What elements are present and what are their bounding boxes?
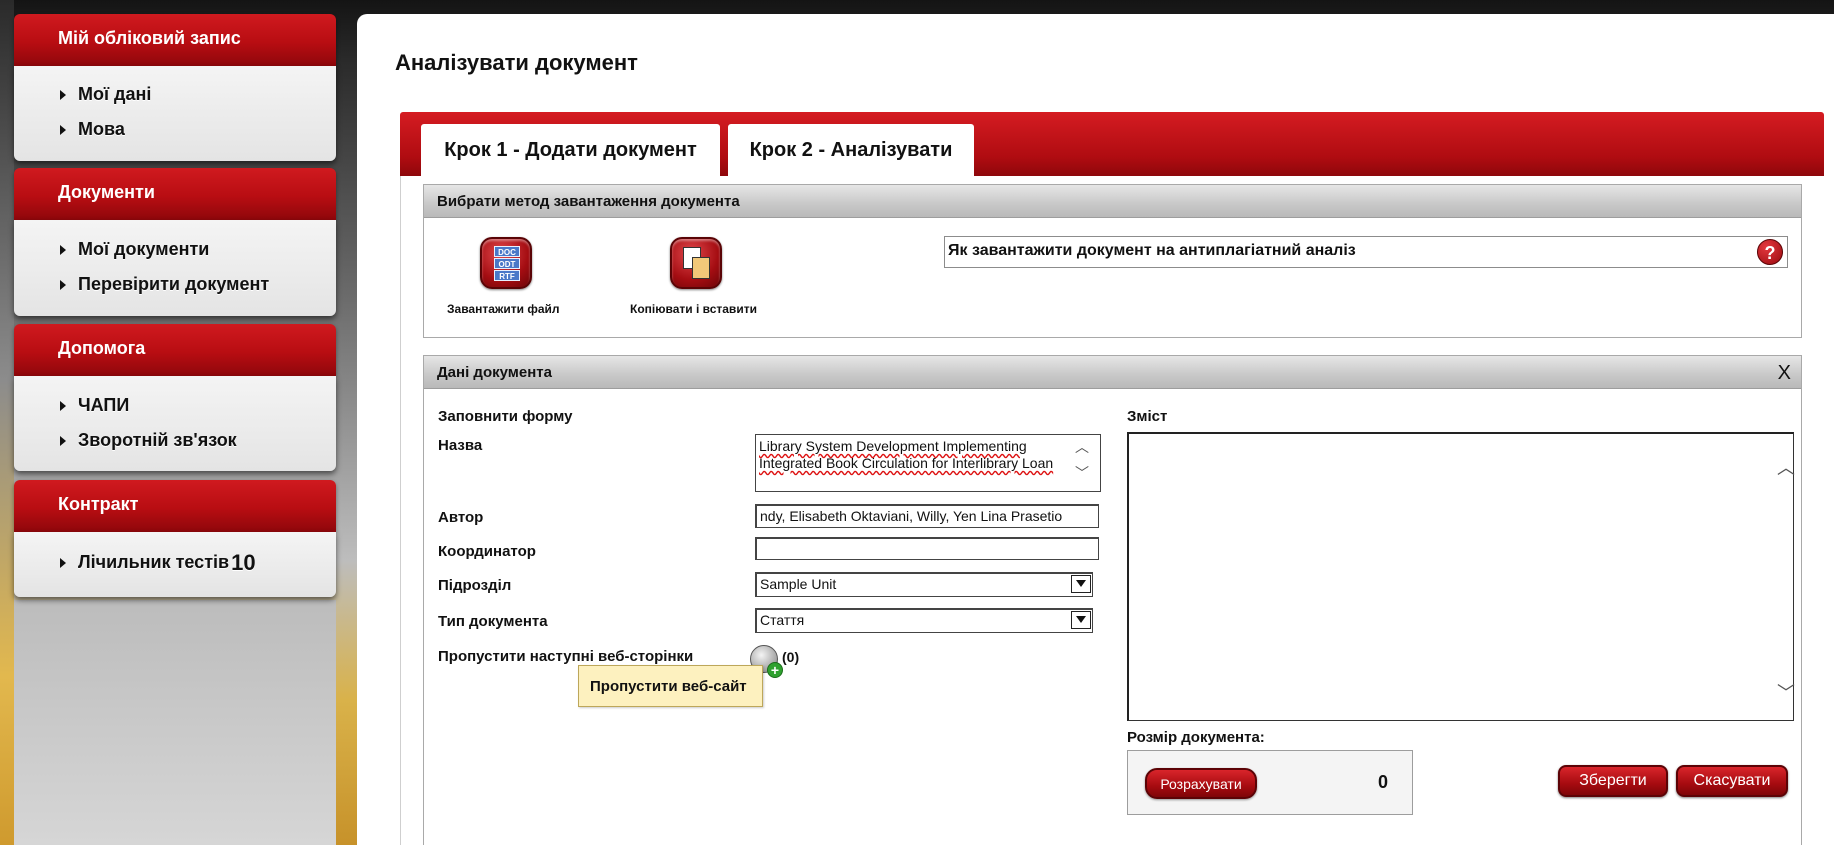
calculate-button[interactable]: Розрахувати (1145, 768, 1257, 799)
test-counter-value: 10 (231, 549, 256, 575)
sidebar-section-documents: Мої документи Перевірити документ (14, 220, 336, 316)
sidebar-section-help: ЧАПИ Зворотній зв'язок (14, 376, 336, 471)
upload-method-header: Вибрати метод завантаження документа (424, 185, 1801, 218)
sidebar-item-label: ЧАПИ (78, 395, 130, 415)
sidebar-item-faq[interactable]: ЧАПИ (60, 388, 336, 423)
coordinator-label: Координатор (438, 543, 536, 560)
skip-pages-label: Пропустити наступні веб-сторінки (438, 648, 694, 665)
triangle-right-icon (60, 279, 66, 290)
sidebar-section-contract-header: Контракт (14, 480, 336, 532)
help-icon[interactable]: ? (1757, 239, 1783, 265)
file-type-badge: DOC (494, 246, 520, 257)
page-title: Аналізувати документ (395, 50, 638, 75)
chevron-up-icon[interactable]: ︿ (1075, 437, 1089, 457)
section-title: Вибрати метод завантаження документа (437, 193, 740, 210)
skip-website-tooltip: Пропустити веб-сайт (578, 665, 763, 707)
doc-size-value: 0 (1378, 772, 1389, 792)
name-field-value: Library System Development Implementing … (759, 438, 1054, 471)
file-type-badge: ODT (494, 258, 520, 269)
copy-paste-icon[interactable] (670, 237, 722, 289)
doc-type-select[interactable]: Стаття (755, 608, 1093, 633)
chevron-down-icon[interactable] (1071, 611, 1091, 629)
doc-size-label: Розмір документа: (1127, 729, 1265, 746)
triangle-right-icon (60, 557, 66, 568)
author-field[interactable]: ndy, Elisabeth Oktaviani, Willy, Yen Lin… (755, 504, 1099, 528)
name-field[interactable]: Library System Development Implementing … (755, 434, 1101, 492)
sidebar-item-language[interactable]: Мова (60, 112, 336, 147)
upload-file-icon[interactable]: DOC ODT RTF (480, 237, 532, 289)
sidebar-item-feedback[interactable]: Зворотній зв'язок (60, 423, 336, 458)
triangle-right-icon (60, 400, 66, 411)
cancel-button[interactable]: Скасувати (1676, 765, 1788, 797)
content-label: Зміст (1127, 408, 1168, 425)
sidebar-section-help-header: Допомога (14, 324, 336, 376)
tab-label: Крок 1 - Додати документ (444, 138, 697, 161)
sidebar-edge (0, 0, 14, 845)
sidebar-item-label: Лічильник тестів (78, 552, 230, 572)
sidebar-item-check-document[interactable]: Перевірити документ (60, 267, 336, 302)
sidebar-item-my-data[interactable]: Мої дані (60, 77, 336, 112)
sidebar-section-title: Мій обліковий запис (58, 28, 241, 48)
author-label: Автор (438, 509, 484, 526)
file-types-icon: DOC ODT RTF (494, 246, 520, 281)
name-label: Назва (438, 437, 483, 454)
doc-type-label: Тип документа (438, 613, 548, 630)
chevron-up-icon[interactable]: ︿ (1777, 454, 1795, 480)
sidebar-item-label: Мої документи (78, 239, 210, 259)
copy-paste-label[interactable]: Копіювати і вставити (630, 302, 757, 316)
unit-label: Підрозділ (438, 577, 512, 594)
sidebar-item-label: Мова (78, 119, 125, 139)
plus-icon: + (767, 662, 783, 678)
triangle-right-icon (60, 124, 66, 135)
sidebar-item-my-documents[interactable]: Мої документи (60, 232, 336, 267)
triangle-right-icon (60, 435, 66, 446)
sidebar-section-documents-header: Документи (14, 168, 336, 220)
section-title: Дані документа (437, 364, 552, 381)
sidebar-section-contract: Лічильник тестів 10 (14, 532, 336, 597)
close-icon[interactable]: X (1778, 362, 1791, 385)
sidebar-section-title: Документи (58, 182, 155, 202)
doc-type-select-value: Стаття (760, 612, 805, 628)
sidebar-section-account: Мої дані Мова (14, 66, 336, 161)
sidebar-item-test-counter[interactable]: Лічильник тестів 10 (60, 545, 336, 580)
tab-label: Крок 2 - Аналізувати (749, 138, 953, 161)
skip-pages-count: (0) (782, 649, 800, 665)
tab-step-2-analyze[interactable]: Крок 2 - Аналізувати (728, 124, 974, 176)
upload-file-label[interactable]: Завантажити файл (447, 302, 560, 316)
howto-text: Як завантажити документ на антиплагіатни… (948, 242, 1356, 259)
coordinator-field[interactable] (755, 537, 1099, 560)
sidebar-background (14, 600, 336, 845)
triangle-right-icon (60, 244, 66, 255)
file-type-badge: RTF (494, 270, 520, 281)
tab-step-1-add-document[interactable]: Крок 1 - Додати документ (421, 124, 720, 176)
sidebar-section-title: Допомога (58, 338, 146, 358)
howto-upload-link[interactable]: Як завантажити документ на антиплагіатни… (944, 236, 1788, 268)
chevron-down-icon[interactable]: ﹀ (1777, 679, 1795, 705)
sidebar-item-label: Перевірити документ (78, 274, 270, 294)
chevron-down-icon[interactable]: ﹀ (1075, 463, 1089, 483)
sidebar-item-label: Зворотній зв'язок (78, 430, 237, 450)
sidebar-section-account-header: Мій обліковий запис (14, 14, 336, 66)
paste-sheet-front (692, 257, 710, 279)
form-title: Заповнити форму (438, 408, 573, 425)
document-data-header: Дані документа X (424, 356, 1801, 389)
unit-select[interactable]: Sample Unit (755, 572, 1093, 597)
save-button[interactable]: Зберегти (1558, 765, 1668, 797)
unit-select-value: Sample Unit (760, 576, 837, 592)
triangle-right-icon (60, 89, 66, 100)
sidebar-item-label: Мої дані (78, 84, 152, 104)
sidebar-section-title: Контракт (58, 494, 139, 514)
chevron-down-icon[interactable] (1071, 575, 1091, 593)
content-textarea[interactable]: ︿ ﹀ (1127, 432, 1795, 721)
